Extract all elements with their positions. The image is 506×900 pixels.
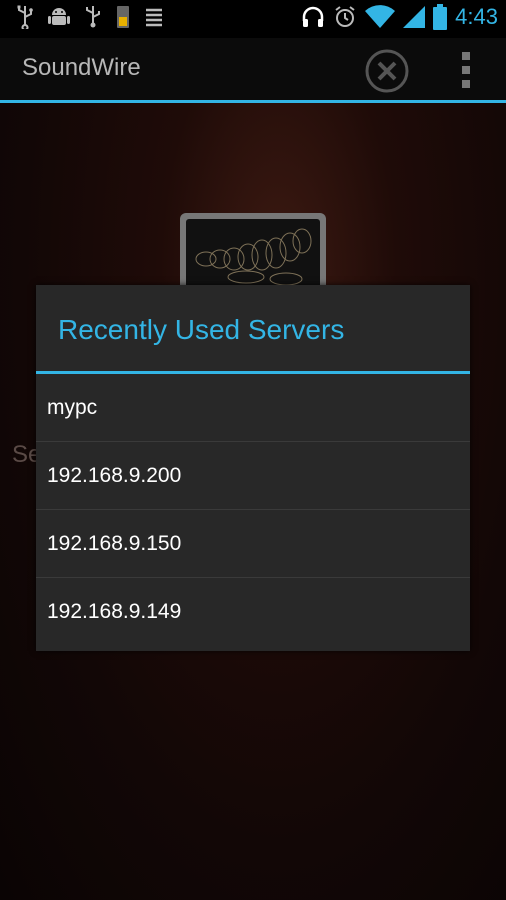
spiral-graphic [195, 228, 312, 286]
close-circle-icon [365, 49, 409, 93]
alarm-icon [333, 5, 357, 29]
server-item[interactable]: 192.168.9.150 [36, 510, 470, 578]
wifi-icon [365, 5, 396, 29]
overflow-menu-icon [462, 52, 470, 88]
system-icons: 4:43 [301, 4, 498, 30]
overflow-menu-button[interactable] [452, 50, 482, 90]
dialog-title: Recently Used Servers [36, 285, 470, 374]
headphones-icon [301, 5, 325, 29]
server-item[interactable]: 192.168.9.200 [36, 442, 470, 510]
signal-icon [403, 5, 426, 29]
action-bar: SoundWire [0, 38, 506, 103]
usb-icon [84, 5, 102, 29]
usb-icon [16, 5, 34, 29]
android-debug-icon [48, 5, 70, 29]
list-icon [144, 6, 164, 28]
album-art-image [180, 213, 326, 293]
server-item[interactable]: 192.168.9.149 [36, 578, 470, 646]
close-button[interactable] [364, 48, 410, 94]
sd-card-icon [116, 5, 130, 29]
battery-icon [433, 4, 448, 30]
recent-servers-dialog: Recently Used Servers mypc 192.168.9.200… [36, 285, 470, 651]
app-title: SoundWire [22, 54, 141, 81]
server-item[interactable]: mypc [36, 374, 470, 442]
server-list: mypc 192.168.9.200 192.168.9.150 192.168… [36, 374, 470, 646]
notification-icons [16, 5, 164, 29]
status-clock: 4:43 [455, 4, 498, 29]
status-bar: 4:43 [0, 0, 506, 38]
